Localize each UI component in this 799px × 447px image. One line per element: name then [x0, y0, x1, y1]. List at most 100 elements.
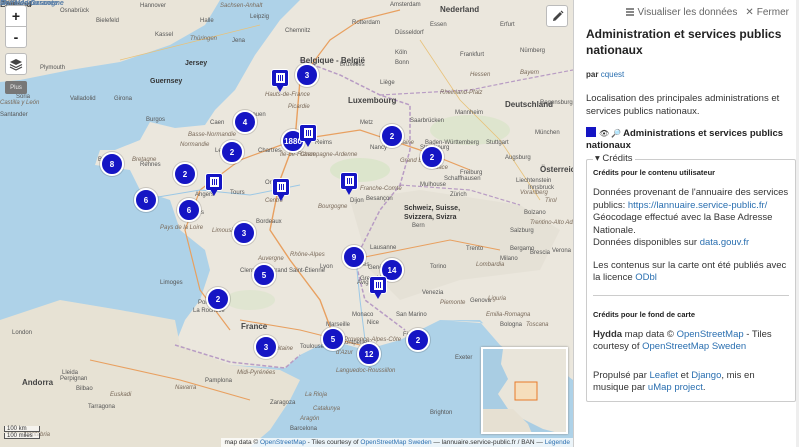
- layers-icon: [9, 59, 23, 71]
- place-label: Nederland: [440, 5, 480, 14]
- place-label: Hessen: [470, 72, 491, 78]
- place-label: Exeter: [455, 355, 473, 361]
- osm-sweden-link[interactable]: OpenStreetMap Sweden: [360, 439, 431, 446]
- byline: par cquest: [586, 70, 787, 79]
- place-label: Amsterdam: [390, 2, 421, 8]
- map-attribution: map data © OpenStreetMap - Tiles courtes…: [221, 438, 573, 447]
- place-label: Liège: [380, 80, 395, 86]
- more-controls-button[interactable]: Plus: [5, 81, 27, 94]
- place-label: Tarragona: [88, 404, 116, 410]
- place-label: Aragón: [300, 416, 320, 422]
- marker-cluster[interactable]: 3: [295, 63, 319, 87]
- marker-cluster[interactable]: 2: [220, 140, 244, 164]
- place-label: Barcelona: [290, 426, 318, 432]
- osm-sweden-link[interactable]: OpenStreetMap Sweden: [642, 341, 746, 352]
- building-marker[interactable]: [271, 69, 289, 93]
- marker-cluster[interactable]: 5: [252, 263, 276, 287]
- credits-text: Les contenus sur la carte ont été publié…: [593, 259, 787, 284]
- marker-cluster[interactable]: 6: [177, 198, 201, 222]
- place-label: Erfurt: [500, 22, 515, 28]
- edit-button[interactable]: [546, 5, 568, 27]
- place-label: Caen: [210, 120, 225, 126]
- marker-cluster[interactable]: 4: [233, 110, 257, 134]
- place-label: Castilla y León: [0, 100, 40, 106]
- marker-cluster[interactable]: 2: [420, 145, 444, 169]
- user-credits-text: Données provenant de l'annuaire des serv…: [593, 187, 789, 250]
- odbl-link[interactable]: ODbl: [635, 272, 657, 283]
- place-label: Sachsen-Anhalt: [220, 3, 263, 9]
- osm-link[interactable]: OpenStreetMap: [260, 439, 306, 446]
- place-label: Burgos: [146, 117, 166, 123]
- place-label: Zürich: [450, 192, 467, 198]
- umap-link[interactable]: uMap project: [648, 382, 703, 393]
- credits-toggle[interactable]: ▾ Crédits: [593, 153, 635, 164]
- place-label: Soria: [16, 94, 31, 100]
- place-label: Andorra: [22, 378, 54, 387]
- layers-button[interactable]: [5, 53, 27, 75]
- powered-by-text: Propulsé par Leaflet et Django, mis en m…: [593, 370, 789, 395]
- minimap[interactable]: [481, 347, 568, 434]
- place-label: München: [535, 130, 560, 136]
- place-label: Île-de-France: [280, 152, 316, 158]
- marker-cluster[interactable]: 12: [357, 342, 381, 366]
- place-label: Brescia: [530, 250, 551, 256]
- place-label: Bayern: [520, 70, 540, 76]
- credits-text: map data ©: [622, 328, 677, 340]
- place-label: Bilbao: [76, 386, 93, 392]
- building-marker[interactable]: [272, 178, 290, 202]
- place-label: Saarbrücken: [410, 118, 445, 124]
- place-label: Guernsey: [150, 78, 183, 85]
- map-canvas[interactable]: GroningenOsnabrückHannoverSachsen-Anhalt…: [0, 0, 573, 447]
- place-label: La Rioja: [305, 392, 328, 398]
- view-data-button[interactable]: Visualiser les données: [626, 7, 737, 18]
- marker-cluster[interactable]: 2: [173, 162, 197, 186]
- eye-icon[interactable]: 👁: [599, 128, 609, 140]
- building-marker[interactable]: [340, 172, 358, 196]
- attribution-text: — lannuaire.service-public.fr / BAN —: [431, 439, 545, 446]
- django-link[interactable]: Django: [691, 370, 721, 381]
- marker-cluster[interactable]: 2: [406, 328, 430, 352]
- datagouv-link[interactable]: data.gouv.fr: [700, 237, 749, 248]
- place-label: Köln: [395, 50, 408, 56]
- place-label: Lombardia: [476, 262, 505, 268]
- osm-link[interactable]: OpenStreetMap: [677, 329, 744, 340]
- place-label: Kassel: [155, 32, 174, 38]
- marker-cluster[interactable]: 3: [232, 221, 256, 245]
- marker-cluster[interactable]: 3: [254, 335, 278, 359]
- place-label: Bonn: [395, 60, 410, 66]
- place-label: Pays de la Loire: [160, 225, 204, 231]
- attribution-text: map data ©: [224, 439, 260, 446]
- place-label: Hannover: [140, 3, 167, 9]
- zoom-to-layer-icon[interactable]: 🔎: [611, 128, 621, 140]
- leaflet-link[interactable]: Leaflet: [650, 370, 679, 381]
- building-marker[interactable]: [205, 173, 223, 197]
- place-label: Halle: [200, 18, 214, 24]
- zoom-out-button[interactable]: -: [5, 26, 27, 48]
- place-label: Nice: [367, 320, 380, 326]
- close-icon: ✕: [745, 6, 754, 18]
- place-label: Trento: [466, 246, 484, 252]
- marker-cluster[interactable]: 6: [134, 188, 158, 212]
- place-label: Navarra: [175, 385, 197, 391]
- building-marker[interactable]: [369, 276, 387, 300]
- place-label: Liguria: [488, 296, 507, 302]
- marker-cluster[interactable]: 9: [342, 245, 366, 269]
- credits-text: Données disponibles sur: [593, 237, 700, 248]
- credits-text: Propulsé par: [593, 369, 650, 381]
- marker-cluster[interactable]: 2: [206, 287, 230, 311]
- place-label: Regensburg: [540, 100, 573, 106]
- marker-cluster[interactable]: 5: [321, 327, 345, 351]
- annuaire-link[interactable]: https://lannuaire.service-public.fr/: [628, 200, 767, 211]
- marker-cluster[interactable]: 8: [100, 152, 124, 176]
- place-label: Besançon: [366, 196, 393, 202]
- author-link[interactable]: cquest: [601, 70, 625, 79]
- credits-text: .: [702, 382, 706, 393]
- zoom-in-button[interactable]: +: [5, 5, 27, 27]
- place-label: Valladolid: [70, 96, 96, 102]
- place-label: Midi-Pyrénées: [237, 370, 276, 376]
- marker-cluster[interactable]: 2: [380, 124, 404, 148]
- place-label: Jena: [232, 38, 246, 44]
- legend-link[interactable]: Légende: [545, 439, 570, 446]
- close-button[interactable]: ✕ Fermer: [745, 7, 789, 18]
- building-marker[interactable]: [299, 124, 317, 148]
